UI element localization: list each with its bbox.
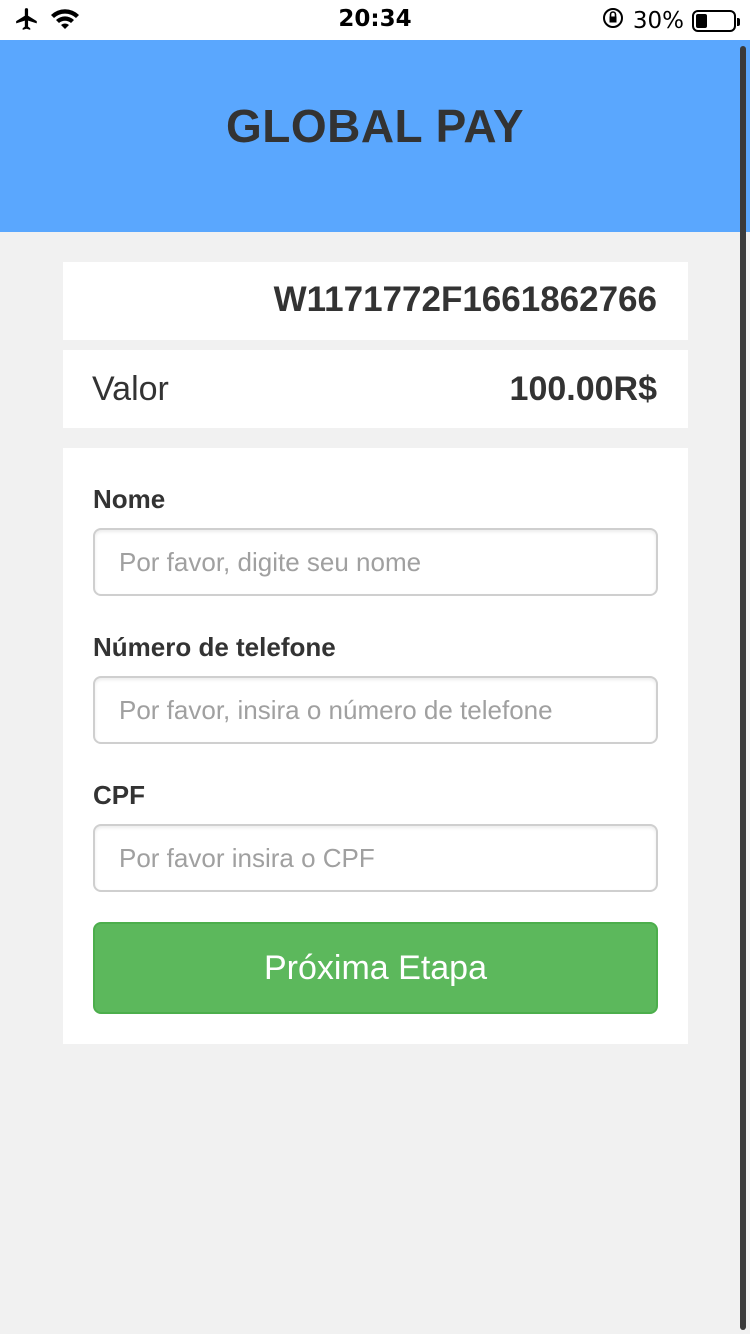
status-bar: 20:34 30% — [0, 0, 750, 40]
cpf-label: CPF — [93, 780, 145, 810]
name-label: Nome — [93, 484, 166, 514]
order-id: W1171772F1661862766 — [273, 280, 657, 319]
amount-value: 100.00R$ — [509, 370, 657, 408]
cpf-input[interactable] — [93, 824, 658, 892]
phone-label: Número de telefone — [93, 632, 336, 662]
phone-input[interactable] — [93, 676, 658, 744]
app-header: GLOBAL PAY — [0, 40, 750, 232]
scrollbar[interactable] — [740, 46, 746, 1330]
next-step-button[interactable]: Próxima Etapa — [93, 922, 658, 1014]
rotation-lock-icon — [601, 6, 625, 36]
amount-label: Valor — [92, 370, 169, 408]
status-bar-right: 30% — [601, 6, 740, 36]
battery-icon — [692, 10, 740, 32]
battery-percent: 30% — [632, 8, 684, 34]
battery-level — [696, 14, 707, 28]
amount-card: Valor 100.00R$ — [63, 350, 688, 428]
order-card: W1171772F1661862766 — [63, 262, 688, 340]
payment-form: Nome Número de telefone CPF Próxima Etap… — [63, 448, 688, 1044]
page-title: GLOBAL PAY — [225, 100, 525, 152]
name-input[interactable] — [93, 528, 658, 596]
